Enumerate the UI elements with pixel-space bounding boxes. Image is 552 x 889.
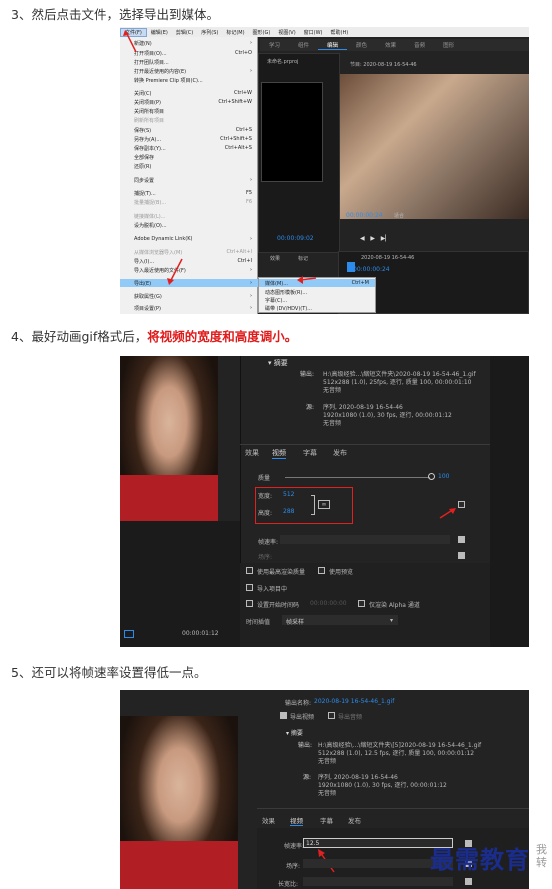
width-value[interactable]: 512 [283, 491, 294, 498]
quality-value[interactable]: 100 [438, 473, 449, 480]
preview-image [120, 716, 238, 889]
arrow-export-item [169, 258, 183, 283]
summary-title-text: 摘要 [273, 359, 288, 367]
output-name-label: 输出名称: [285, 700, 312, 707]
time-interp-value: 帧采样 [286, 619, 305, 626]
aspect-field[interactable] [303, 877, 453, 886]
frame-rate-field[interactable] [280, 535, 450, 544]
use-previews-checkbox[interactable] [318, 567, 325, 574]
export-audio-checkbox[interactable] [328, 712, 335, 719]
summary-title: ▾ 摘要 [286, 730, 303, 737]
summary-title: ▾ 摘要 [268, 359, 288, 367]
use-previews-label: 使用预览 [329, 569, 354, 576]
output-no-audio: 无音频 [318, 758, 337, 765]
field-order-checkbox[interactable] [458, 552, 465, 559]
screenshot-export-settings: 00:00:01:12 ▾ 摘要 输出: H:\高级经验...\缩短文件夹\20… [120, 356, 529, 647]
import-project-checkbox[interactable] [246, 584, 253, 591]
screenshot-export-menu: 文件(F) 编辑(E) 剪辑(C) 序列(S) 标记(M) 图形(G) 视图(V… [120, 27, 529, 314]
preview-image [120, 356, 218, 521]
tab-captions[interactable]: 字幕 [320, 815, 333, 825]
tab-publish[interactable]: 发布 [348, 815, 361, 825]
tab-effects[interactable]: 效果 [262, 815, 275, 825]
source-label: 源: [306, 404, 315, 411]
annotation-arrow [439, 508, 456, 519]
frame-rate-label: 帧速率: [258, 539, 279, 546]
field-order-label: 场序: [286, 863, 301, 870]
preview-area [120, 521, 240, 647]
tab-video[interactable]: 视频 [272, 448, 286, 459]
export-video-checkbox[interactable] [280, 712, 287, 719]
step-5-text: 5、还可以将帧速率设置得低一点。 [11, 665, 207, 680]
divider [257, 808, 529, 809]
preview-timecode: 00:00:01:12 [182, 630, 219, 637]
time-interp-label: 时间插值 [246, 619, 271, 626]
export-video-label: 导出视频 [290, 714, 315, 721]
divider [240, 444, 490, 445]
link-bracket [311, 495, 315, 515]
step-3-text: 3、然后点击文件，选择导出到媒体。 [11, 7, 219, 22]
arrowhead-file [123, 30, 129, 36]
match-source-checkbox[interactable] [458, 501, 465, 508]
start-tc-label: 设置开始时间码 [257, 602, 300, 609]
alpha-only-checkbox[interactable] [358, 600, 365, 607]
arrowhead-media [297, 276, 303, 284]
max-render-checkbox[interactable] [246, 567, 253, 574]
source-no-audio: 无音频 [318, 790, 337, 797]
height-label: 高度: [258, 510, 273, 517]
output-label: 输出: [300, 371, 315, 378]
watermark-logo: 最需教育 [430, 845, 530, 874]
step-4-highlight: 将视频的宽度和高度调小。 [147, 329, 298, 344]
export-audio-label: 导出音频 [338, 714, 363, 721]
frame-rate-value: 12.5 [306, 840, 320, 847]
max-render-label: 使用最高渲染质量 [257, 569, 306, 576]
tab-effects[interactable]: 效果 [245, 448, 259, 458]
source-specs: 1920x1080 (1.0), 30 fps, 逐行, 00:00:01:12 [318, 782, 447, 789]
arrowhead-export [167, 278, 174, 285]
source-label: 源: [303, 774, 312, 781]
import-project-label: 导入项目中 [257, 586, 288, 593]
field-order-label: 场序: [258, 554, 273, 561]
width-label: 宽度: [258, 493, 273, 500]
output-specs: 512x288 (1.0), 25fps, 逐行, 质量 100, 00:00:… [323, 379, 472, 386]
quality-slider-handle[interactable] [428, 473, 435, 480]
summary-title-text: 摘要 [290, 730, 303, 737]
tab-video[interactable]: 视频 [290, 815, 303, 826]
source-specs: 1920x1080 (1.0), 30 fps, 逐行, 00:00:01:12 [323, 412, 452, 419]
start-tc-checkbox[interactable] [246, 600, 253, 607]
side-panel [490, 356, 529, 647]
output-specs: 512x288 (1.0), 12.5 fps, 逐行, 质量 100, 00:… [318, 750, 475, 757]
output-no-audio: 无音频 [323, 387, 342, 394]
quality-slider[interactable] [285, 477, 430, 478]
step-4-text: 4、最好动画gif格式后，将视频的宽度和高度调小。 [11, 326, 297, 345]
chain-link-icon[interactable]: ∞ [318, 500, 330, 509]
step-4-plain: 4、最好动画gif格式后， [11, 329, 148, 344]
source-no-audio: 无音频 [323, 420, 342, 427]
tab-captions[interactable]: 字幕 [303, 448, 317, 458]
aspect-checkbox[interactable] [465, 878, 472, 885]
start-tc-value[interactable]: 00:00:00:00 [310, 600, 347, 607]
aspect-label: 长宽比: [278, 881, 299, 888]
tab-publish[interactable]: 发布 [333, 448, 347, 458]
output-label: 输出: [298, 742, 313, 749]
height-value[interactable]: 288 [283, 508, 294, 515]
dropdown-arrow-icon: ▾ [390, 617, 394, 624]
frame-rate-label: 帧速率: [284, 843, 305, 850]
watermark-side: 我转 [536, 843, 547, 869]
quality-label: 质量 [258, 475, 271, 482]
crop-icon[interactable] [124, 630, 134, 638]
alpha-only-label: 仅渲染 Alpha 通道 [369, 602, 420, 609]
frame-rate-checkbox[interactable] [458, 536, 465, 543]
output-name-value[interactable]: 2020-08-19 16-54-46_1.gif [314, 698, 394, 705]
annotation-arrows [123, 30, 317, 285]
